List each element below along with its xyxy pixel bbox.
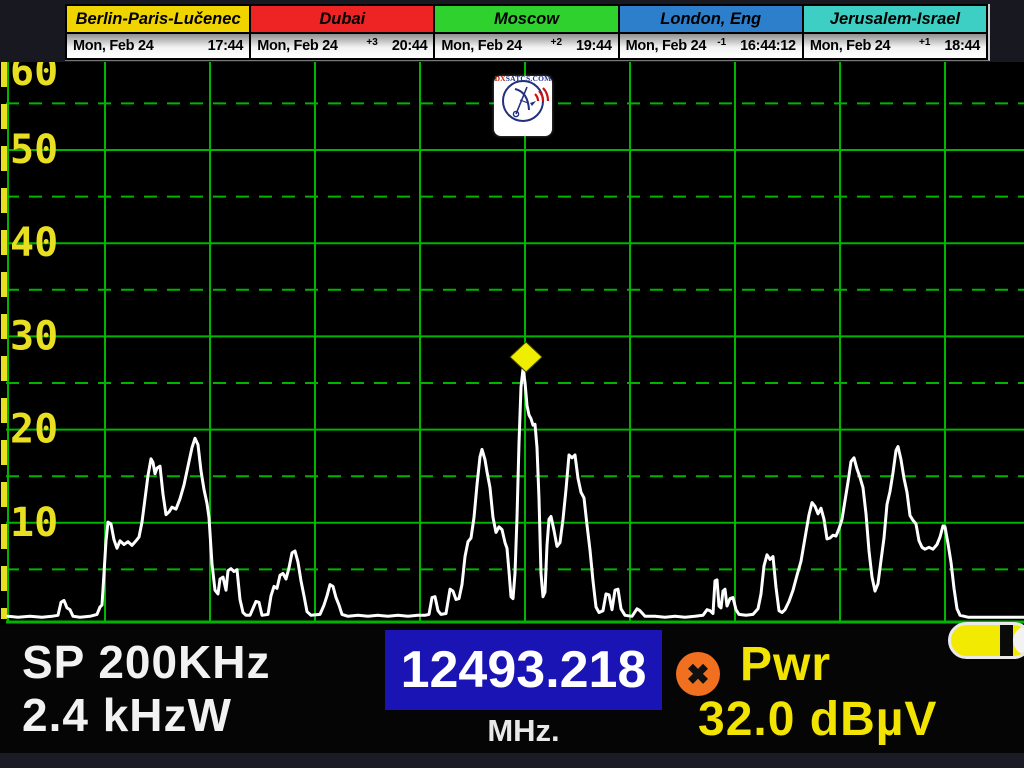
bandwidth-setting-label: 2.4 kHzW	[22, 692, 232, 738]
clock-cell: Moscow Mon, Feb 24 +2 19:44	[435, 6, 617, 58]
clock-city-label: Moscow	[435, 6, 617, 34]
clock-time: 16:44:12	[740, 38, 796, 54]
clock-date: Mon, Feb 24	[73, 38, 194, 54]
toggle-gap	[1000, 625, 1013, 656]
y-axis-tick-label: 10	[10, 500, 58, 546]
power-value: 32.0 dBµV	[698, 696, 937, 744]
spectrum-trace	[8, 369, 1024, 617]
clock-cell: Berlin-Paris-Lučenec Mon, Feb 24 17:44	[67, 6, 249, 58]
y-axis-tick-label: 20	[10, 407, 58, 453]
clock-tz-offset: +3	[366, 34, 377, 48]
clock-time-row: Mon, Feb 24 17:44	[67, 34, 249, 58]
y-axis-tick-label: 40	[10, 220, 58, 266]
clock-time-row: Mon, Feb 24 +1 18:44	[804, 34, 986, 58]
toggle-knob-icon[interactable]	[1013, 626, 1024, 655]
y-axis-tick-label: 30	[10, 313, 58, 359]
readout-bar: SP 200KHz 2.4 kHzW 12493.218 MHz. ✖ Pwr …	[0, 625, 1024, 753]
power-toggle[interactable]	[948, 622, 1024, 659]
frequency-readout-box: 12493.218	[385, 630, 662, 710]
power-label: Pwr	[740, 641, 831, 689]
clock-city-label: Berlin-Paris-Lučenec	[67, 6, 249, 34]
frequency-value: 12493.218	[401, 640, 647, 700]
clock-cell: London, Eng Mon, Feb 24 -1 16:44:12	[620, 6, 802, 58]
clock-time: 19:44	[576, 38, 612, 54]
world-clock-bar: Berlin-Paris-Lučenec Mon, Feb 24 17:44 D…	[65, 4, 990, 61]
clock-date: Mon, Feb 24	[441, 38, 550, 54]
spectrum-svg: 10 20 30 40 50 60	[0, 62, 1024, 625]
clock-city-label: Jerusalem-Israel	[804, 6, 986, 34]
bottom-edge-strip	[0, 753, 1024, 768]
y-axis-tick-label: 60	[10, 62, 58, 95]
clock-date: Mon, Feb 24	[626, 38, 718, 54]
clock-time-row: Mon, Feb 24 +3 20:44	[251, 34, 433, 58]
clock-date: Mon, Feb 24	[257, 38, 366, 54]
clock-time-row: Mon, Feb 24 -1 16:44:12	[620, 34, 802, 58]
frequency-unit-label: MHz.	[385, 713, 662, 749]
clock-time-row: Mon, Feb 24 +2 19:44	[435, 34, 617, 58]
x-circle-icon[interactable]: ✖	[676, 652, 720, 696]
clock-time: 17:44	[208, 38, 244, 54]
clock-time: 18:44	[944, 38, 980, 54]
y-axis-tick-label: 50	[10, 127, 58, 173]
clock-cell: Dubai Mon, Feb 24 +3 20:44	[251, 6, 433, 58]
clock-tz-offset: +2	[551, 34, 562, 48]
dxsatcs-watermark-logo: DXSATCS.COM	[494, 76, 552, 136]
clock-city-label: London, Eng	[620, 6, 802, 34]
clock-city-label: Dubai	[251, 6, 433, 34]
clock-time: 20:44	[392, 38, 428, 54]
clock-date: Mon, Feb 24	[810, 38, 919, 54]
clock-cell: Jerusalem-Israel Mon, Feb 24 +1 18:44	[804, 6, 986, 58]
spectrum-plot: 10 20 30 40 50 60 DXSATCS.COM	[0, 62, 1024, 625]
clock-tz-offset: +1	[919, 34, 930, 48]
satellite-dish-icon	[494, 76, 552, 126]
clock-tz-offset: -1	[717, 34, 726, 48]
span-setting-label: SP 200KHz	[22, 639, 271, 685]
peak-marker-diamond-icon[interactable]	[510, 342, 542, 372]
